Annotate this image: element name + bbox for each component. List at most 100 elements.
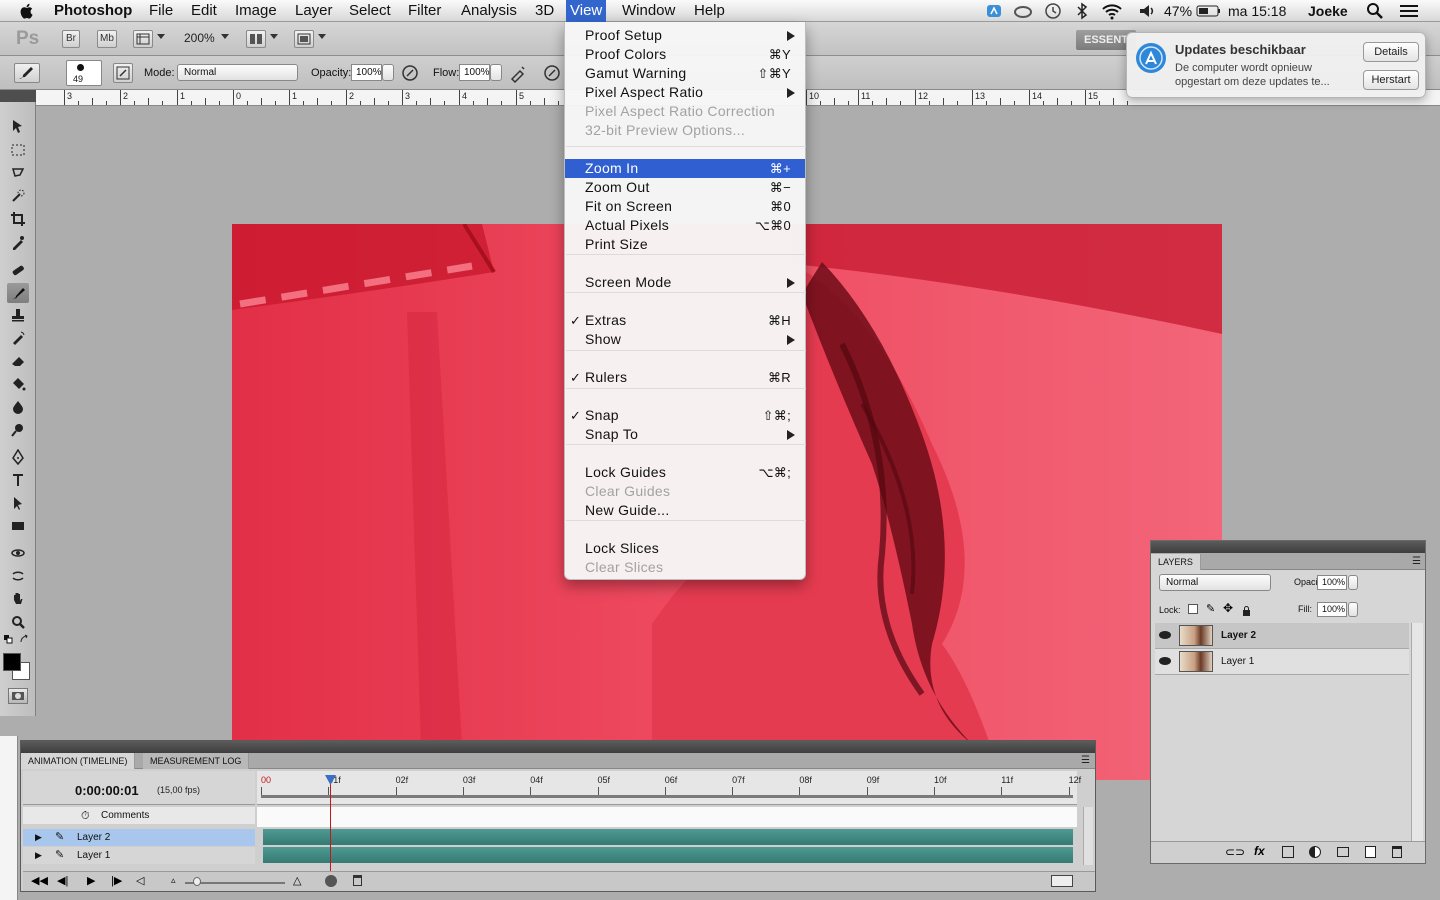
play-icon[interactable]: ▶ xyxy=(87,874,95,887)
hand-tool-icon[interactable] xyxy=(7,589,29,609)
foreground-color-swatch[interactable] xyxy=(3,653,21,671)
chevron-down-icon[interactable] xyxy=(270,34,278,39)
layers-panel-titlebar[interactable] xyxy=(1151,541,1425,553)
layer-blend-mode-select[interactable]: Normal xyxy=(1159,574,1271,591)
zoom-level[interactable]: 200% xyxy=(184,31,215,45)
layer-2-duration-bar[interactable] xyxy=(263,829,1073,845)
rectangle-tool-icon[interactable] xyxy=(7,516,29,536)
menu-analysis[interactable]: Analysis xyxy=(461,0,517,22)
details-button[interactable]: Details xyxy=(1363,42,1419,62)
first-frame-icon[interactable]: ◀◀ xyxy=(31,874,48,887)
comments-track[interactable] xyxy=(257,807,1077,827)
brush-panel-toggle[interactable] xyxy=(113,63,133,83)
user-name[interactable]: Joeke xyxy=(1308,0,1348,22)
menu-item-screen-mode[interactable]: Screen Mode xyxy=(565,273,805,292)
wifi-icon[interactable] xyxy=(1101,0,1123,22)
layer-opacity-field[interactable]: 100% xyxy=(1317,575,1347,590)
menu-image[interactable]: Image xyxy=(235,0,277,22)
layer-1-duration-bar[interactable] xyxy=(263,847,1073,863)
timeline-panel-titlebar[interactable] xyxy=(21,741,1095,753)
delete-keyframe-icon[interactable] xyxy=(353,875,362,886)
airbrush-icon[interactable] xyxy=(508,63,528,84)
menu-item-pixel-aspect-ratio[interactable]: Pixel Aspect Ratio xyxy=(565,83,805,102)
restart-button[interactable]: Herstart xyxy=(1363,70,1419,90)
menu-item-gamut-warning[interactable]: Gamut Warning ⇧⌘Y xyxy=(565,64,805,83)
current-time[interactable]: 0:00:00:01 xyxy=(75,783,139,798)
expand-triangle-icon[interactable]: ▶ xyxy=(35,829,42,846)
fill-dropdown[interactable] xyxy=(1348,602,1358,617)
blend-mode-select[interactable]: Normal xyxy=(177,64,298,81)
menu-help[interactable]: Help xyxy=(694,0,725,22)
brush-size-picker[interactable]: 49 xyxy=(66,60,102,86)
timeline-layer-row[interactable]: ▶ ✎ Layer 1 xyxy=(23,847,255,864)
audio-icon[interactable]: ◁ xyxy=(136,874,144,887)
creative-cloud-icon[interactable] xyxy=(1013,0,1033,22)
chevron-down-icon[interactable] xyxy=(157,34,165,39)
type-tool-icon[interactable] xyxy=(7,470,29,490)
new-group-icon[interactable] xyxy=(1337,847,1349,857)
path-selection-tool-icon[interactable] xyxy=(7,493,29,513)
menu-item-proof-colors[interactable]: Proof Colors ⌘Y xyxy=(565,45,805,64)
panel-menu-icon[interactable]: ☰ xyxy=(1081,755,1090,766)
menu-window[interactable]: Window xyxy=(622,0,675,22)
opacity-dropdown[interactable] xyxy=(382,64,394,81)
tab-animation-timeline[interactable]: ANIMATION (TIMELINE) xyxy=(21,753,136,769)
menu-item-print-size[interactable]: Print Size xyxy=(565,235,805,254)
tab-layers[interactable]: LAYERS xyxy=(1151,554,1201,570)
dodge-tool-icon[interactable] xyxy=(7,420,29,440)
menu-item-rulers[interactable]: ✓ Rulers ⌘R xyxy=(565,368,805,387)
menu-item-zoom-in[interactable]: Zoom In ⌘+ xyxy=(565,159,805,178)
time-machine-icon[interactable] xyxy=(1044,0,1062,22)
history-brush-tool-icon[interactable] xyxy=(7,328,29,348)
adjustment-layer-icon[interactable] xyxy=(1309,846,1321,858)
eraser-tool-icon[interactable] xyxy=(7,351,29,371)
menu-item-extras[interactable]: ✓ Extras ⌘H xyxy=(565,311,805,330)
layer-style-icon[interactable]: fx xyxy=(1254,844,1265,858)
lock-position-icon[interactable]: ✥ xyxy=(1223,601,1233,615)
app-store-icon[interactable] xyxy=(985,0,1003,22)
timeline-scrollbar[interactable] xyxy=(1083,807,1093,865)
paint-bucket-tool-icon[interactable] xyxy=(7,374,29,394)
layer-name[interactable]: Layer 2 xyxy=(1221,630,1256,641)
previous-frame-icon[interactable]: ◀| xyxy=(57,874,68,887)
new-layer-icon[interactable] xyxy=(1365,846,1376,858)
zoom-in-mountain-icon[interactable]: △ xyxy=(293,874,301,887)
menu-view[interactable]: View xyxy=(566,0,607,22)
opacity-field[interactable]: 100% xyxy=(351,64,382,81)
menu-item-snap[interactable]: ✓ Snap ⇧⌘; xyxy=(565,406,805,425)
bridge-button[interactable]: Br xyxy=(62,30,80,48)
next-frame-icon[interactable]: |▶ xyxy=(111,874,122,887)
menu-item-new-guide[interactable]: New Guide... xyxy=(565,501,805,520)
flow-dropdown[interactable] xyxy=(490,64,502,81)
visibility-eye-icon[interactable] xyxy=(1159,657,1171,665)
quick-mask-icon[interactable] xyxy=(8,688,28,704)
menu-item-zoom-out[interactable]: Zoom Out ⌘− xyxy=(565,178,805,197)
layer-row[interactable]: Layer 1 xyxy=(1155,649,1409,675)
bluetooth-icon[interactable] xyxy=(1076,0,1088,22)
pen-tool-icon[interactable] xyxy=(7,447,29,467)
menu-item-lock-slices[interactable]: Lock Slices xyxy=(565,539,805,558)
default-colors-icon[interactable] xyxy=(3,634,15,644)
timeline-layer-row[interactable]: ▶ ✎ Layer 2 xyxy=(23,829,255,846)
menu-filter[interactable]: Filter xyxy=(408,0,441,22)
crop-tool-icon[interactable] xyxy=(7,209,29,229)
link-layers-icon[interactable]: ⊂⊃ xyxy=(1225,845,1245,859)
chevron-down-icon[interactable] xyxy=(318,34,326,39)
menu-file[interactable]: File xyxy=(149,0,173,22)
battery-percent[interactable]: 47% xyxy=(1164,0,1192,22)
lasso-tool-icon[interactable] xyxy=(7,163,29,183)
notification-list-icon[interactable] xyxy=(1398,0,1420,22)
timeline-ruler[interactable]: 00 01f 02f 03f 04f 05f 06f 07f 08f 09f 10f 11f 12f xyxy=(257,771,1081,805)
convert-to-frames-icon[interactable] xyxy=(1051,875,1073,887)
apple-icon[interactable] xyxy=(18,2,36,20)
layer-opacity-dropdown[interactable] xyxy=(1348,575,1358,590)
swap-colors-icon[interactable] xyxy=(19,634,31,644)
screen-mode-button[interactable] xyxy=(294,30,314,48)
mini-bridge-button[interactable]: Mb xyxy=(97,30,117,48)
move-tool-icon[interactable] xyxy=(7,116,29,136)
zoom-out-mountain-icon[interactable]: ▵ xyxy=(171,875,176,886)
spotlight-search-icon[interactable] xyxy=(1366,0,1384,22)
menu-item-actual-pixels[interactable]: Actual Pixels ⌥⌘0 xyxy=(565,216,805,235)
blur-tool-icon[interactable] xyxy=(7,397,29,417)
flow-field[interactable]: 100% xyxy=(459,64,490,81)
